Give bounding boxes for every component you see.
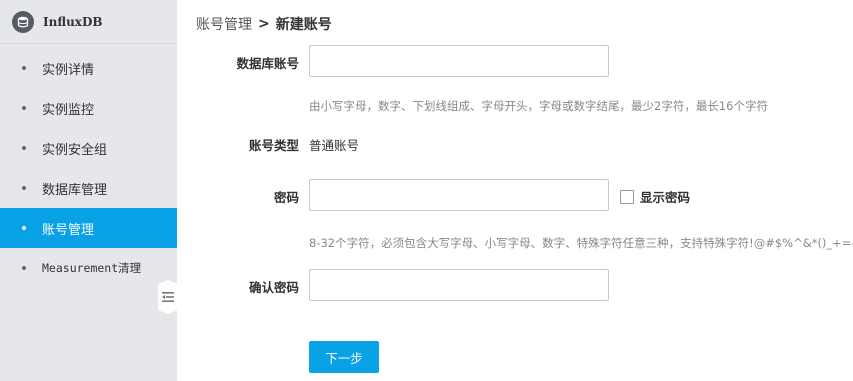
- account-type-label: 账号类型: [248, 138, 299, 153]
- sidebar-item-instance-monitoring[interactable]: 实例监控: [0, 88, 177, 128]
- show-password-toggle[interactable]: 显示密码: [620, 187, 690, 206]
- sidebar: InfluxDB 实例详情 实例监控 实例安全组 数据库管理 账号管理 Meas…: [0, 0, 178, 381]
- sidebar-item-account-management[interactable]: 账号管理: [0, 208, 177, 248]
- breadcrumb: 账号管理 > 新建账号: [196, 14, 332, 34]
- db-account-input[interactable]: [309, 45, 609, 77]
- bullet-icon: [22, 226, 26, 230]
- bullet-icon: [22, 66, 26, 70]
- sidebar-item-label: 实例监控: [42, 102, 95, 118]
- bullet-icon: [22, 186, 26, 190]
- main-content: 账号管理 > 新建账号 数据库账号 由小写字母，数字、下划线组成、字母开头，字母…: [177, 0, 853, 381]
- next-step-button[interactable]: 下一步: [309, 341, 379, 373]
- sidebar-item-label: 数据库管理: [42, 182, 108, 198]
- account-type-value: 普通账号: [309, 138, 360, 153]
- sidebar-item-label: 实例详情: [42, 62, 95, 78]
- app-name: InfluxDB: [43, 14, 103, 29]
- bullet-icon: [22, 106, 26, 110]
- password-input[interactable]: [309, 179, 609, 211]
- bullet-icon: [22, 266, 26, 270]
- confirm-password-input[interactable]: [309, 269, 609, 301]
- sidebar-item-instance-details[interactable]: 实例详情: [0, 48, 177, 88]
- confirm-password-label: 确认密码: [248, 280, 299, 295]
- show-password-checkbox[interactable]: [620, 189, 634, 204]
- sidebar-item-database-management[interactable]: 数据库管理: [0, 168, 177, 208]
- db-account-hint: 由小写字母，数字、下划线组成、字母开头，字母或数字结尾，最少2字符，最长16个字…: [309, 99, 768, 113]
- page-title: 新建账号: [275, 17, 332, 33]
- brand-header: InfluxDB: [0, 0, 177, 44]
- breadcrumb-separator: >: [258, 16, 270, 32]
- sidebar-nav: 实例详情 实例监控 实例安全组 数据库管理 账号管理 Measurement清理: [0, 48, 177, 288]
- sidebar-item-label: 实例安全组: [42, 142, 108, 158]
- sidebar-item-label: Measurement清理: [42, 261, 142, 275]
- bullet-icon: [22, 146, 26, 150]
- sidebar-item-security-group[interactable]: 实例安全组: [0, 128, 177, 168]
- database-icon: [12, 10, 34, 33]
- show-password-label: 显示密码: [640, 190, 691, 205]
- password-label: 密码: [273, 190, 299, 205]
- sidebar-item-measurement-cleanup[interactable]: Measurement清理: [0, 248, 177, 288]
- breadcrumb-parent[interactable]: 账号管理: [196, 14, 252, 34]
- password-hint: 8-32个字符，必须包含大写字母、小写字母、数字、特殊字符任意三种，支持特殊字符…: [309, 236, 853, 250]
- db-account-label: 数据库账号: [236, 56, 299, 71]
- collapse-menu-icon[interactable]: [158, 280, 178, 314]
- sidebar-item-label: 账号管理: [42, 222, 95, 238]
